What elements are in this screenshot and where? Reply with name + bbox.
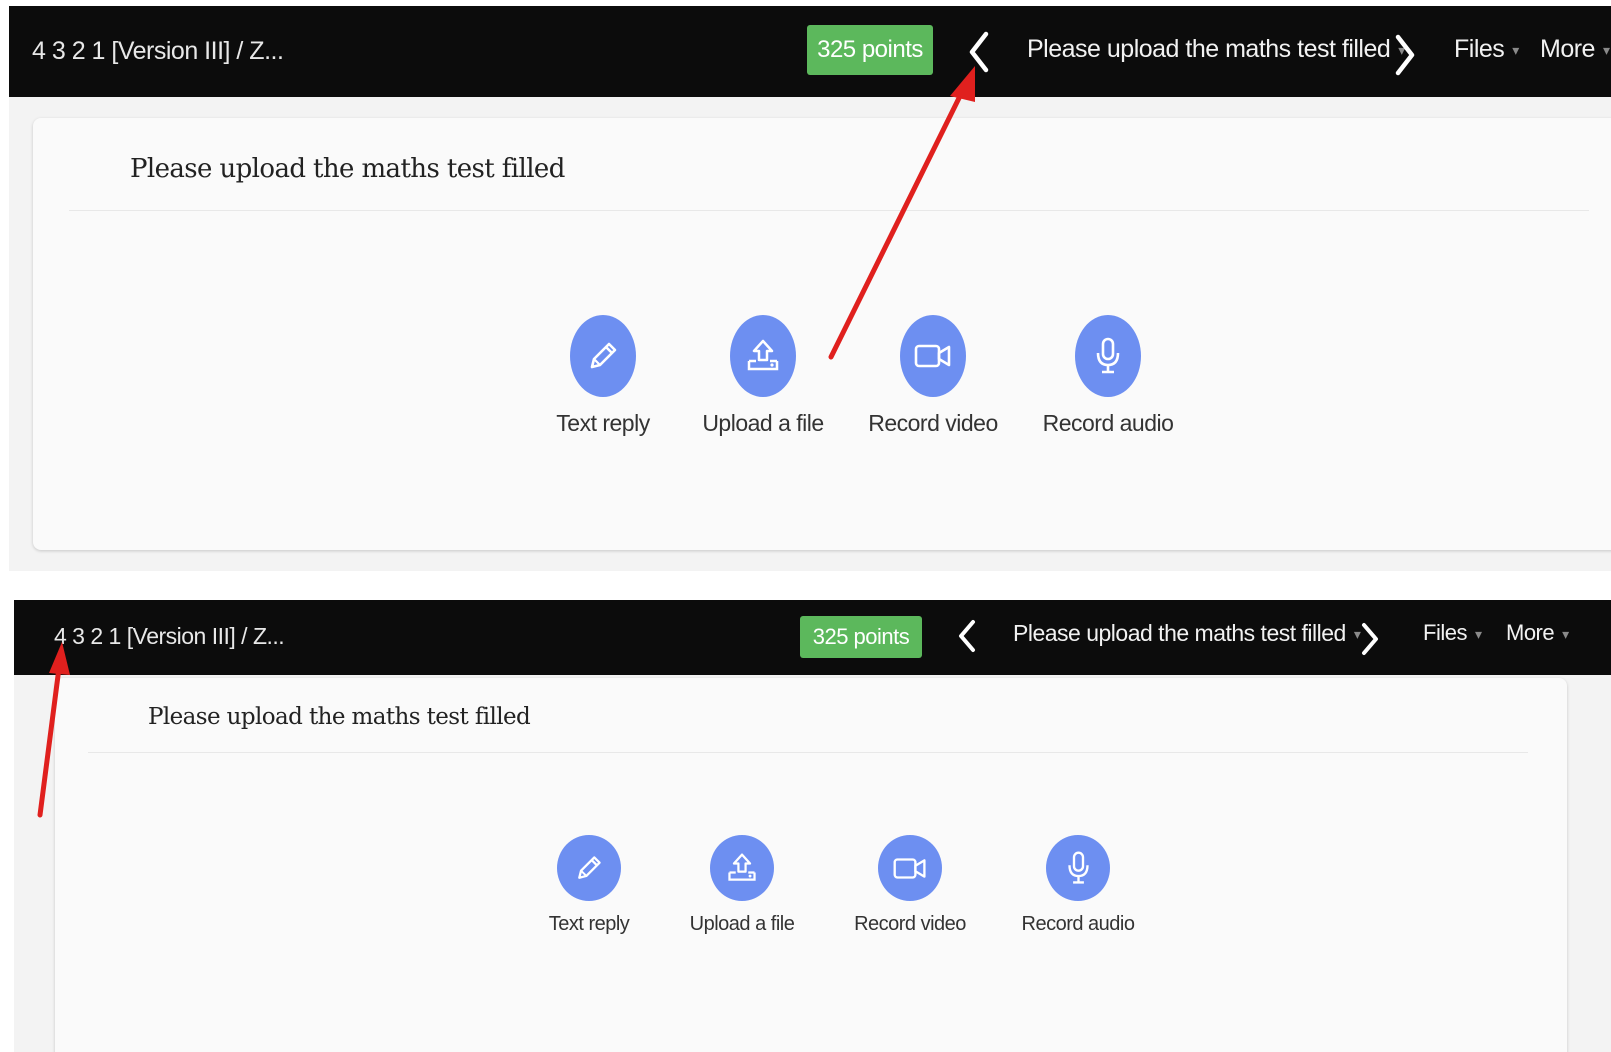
microphone-icon xyxy=(1046,835,1110,901)
task-selector-dropdown[interactable]: Please upload the maths test filled ▾ xyxy=(1013,620,1361,647)
caret-down-icon: ▾ xyxy=(1474,625,1482,642)
upload-file-button[interactable]: Upload a file xyxy=(667,835,817,936)
option-label: Text reply xyxy=(556,410,650,436)
chevron-left-icon[interactable] xyxy=(951,614,981,658)
caret-down-icon: ▾ xyxy=(1562,625,1569,642)
task-selector-dropdown[interactable]: Please upload the maths test filled ▾ xyxy=(1027,35,1405,64)
option-label: Text reply xyxy=(548,913,630,935)
upload-icon xyxy=(710,835,774,901)
screenshot-panel-1: 4 3 2 1 [Version III] / Z... 325 points … xyxy=(9,6,1611,571)
option-label: Upload a file xyxy=(702,410,824,436)
more-menu-label: More xyxy=(1506,620,1555,645)
option-label: Record video xyxy=(854,913,966,935)
upload-icon xyxy=(730,315,796,397)
option-label: Record audio xyxy=(1021,913,1135,935)
chevron-right-icon[interactable] xyxy=(1390,33,1420,77)
pencil-icon xyxy=(557,835,621,901)
files-menu[interactable]: Files ▾ xyxy=(1423,620,1482,646)
more-menu[interactable]: More ▾ xyxy=(1506,620,1569,646)
text-reply-button[interactable]: Text reply xyxy=(514,835,664,936)
files-menu[interactable]: Files ▾ xyxy=(1454,35,1519,64)
upload-file-button[interactable]: Upload a file xyxy=(683,315,843,437)
files-menu-label: Files xyxy=(1423,620,1467,645)
option-label: Record video xyxy=(868,410,998,436)
task-selector-label: Please upload the maths test filled xyxy=(1027,35,1391,63)
divider xyxy=(88,752,1528,753)
breadcrumb[interactable]: 4 3 2 1 [Version III] / Z... xyxy=(54,623,285,650)
task-selector-label: Please upload the maths test filled xyxy=(1013,620,1346,646)
more-menu[interactable]: More ▾ xyxy=(1540,35,1610,64)
points-badge: 325 points xyxy=(800,616,922,658)
record-video-button[interactable]: Record video xyxy=(853,315,1013,437)
chevron-left-icon[interactable] xyxy=(964,30,994,74)
more-menu-label: More xyxy=(1540,35,1595,63)
caret-down-icon: ▾ xyxy=(1512,41,1519,58)
text-reply-button[interactable]: Text reply xyxy=(523,315,683,437)
record-audio-button[interactable]: Record audio xyxy=(1028,315,1188,437)
task-title: Please upload the maths test filled xyxy=(130,154,565,184)
breadcrumb[interactable]: 4 3 2 1 [Version III] / Z... xyxy=(32,37,284,66)
task-title: Please upload the maths test filled xyxy=(148,704,531,730)
video-camera-icon xyxy=(900,315,966,397)
screenshot-panel-2: 4 3 2 1 [Version III] / Z... 325 points … xyxy=(14,600,1611,1052)
option-label: Upload a file xyxy=(689,913,795,935)
task-card: Please upload the maths test filled Text… xyxy=(55,678,1567,1052)
video-camera-icon xyxy=(878,835,942,901)
pencil-icon xyxy=(570,315,636,397)
record-audio-button[interactable]: Record audio xyxy=(1003,835,1153,936)
caret-down-icon: ▾ xyxy=(1602,41,1610,58)
chevron-right-icon[interactable] xyxy=(1356,617,1386,661)
option-label: Record audio xyxy=(1042,410,1174,436)
record-video-button[interactable]: Record video xyxy=(835,835,985,936)
microphone-icon xyxy=(1075,315,1141,397)
files-menu-label: Files xyxy=(1454,35,1505,63)
task-card: Please upload the maths test filled Text… xyxy=(33,118,1611,550)
points-badge: 325 points xyxy=(807,25,933,75)
divider xyxy=(69,210,1589,211)
top-navigation-bar: 4 3 2 1 [Version III] / Z... 325 points … xyxy=(14,600,1611,675)
top-navigation-bar: 4 3 2 1 [Version III] / Z... 325 points … xyxy=(9,6,1611,97)
